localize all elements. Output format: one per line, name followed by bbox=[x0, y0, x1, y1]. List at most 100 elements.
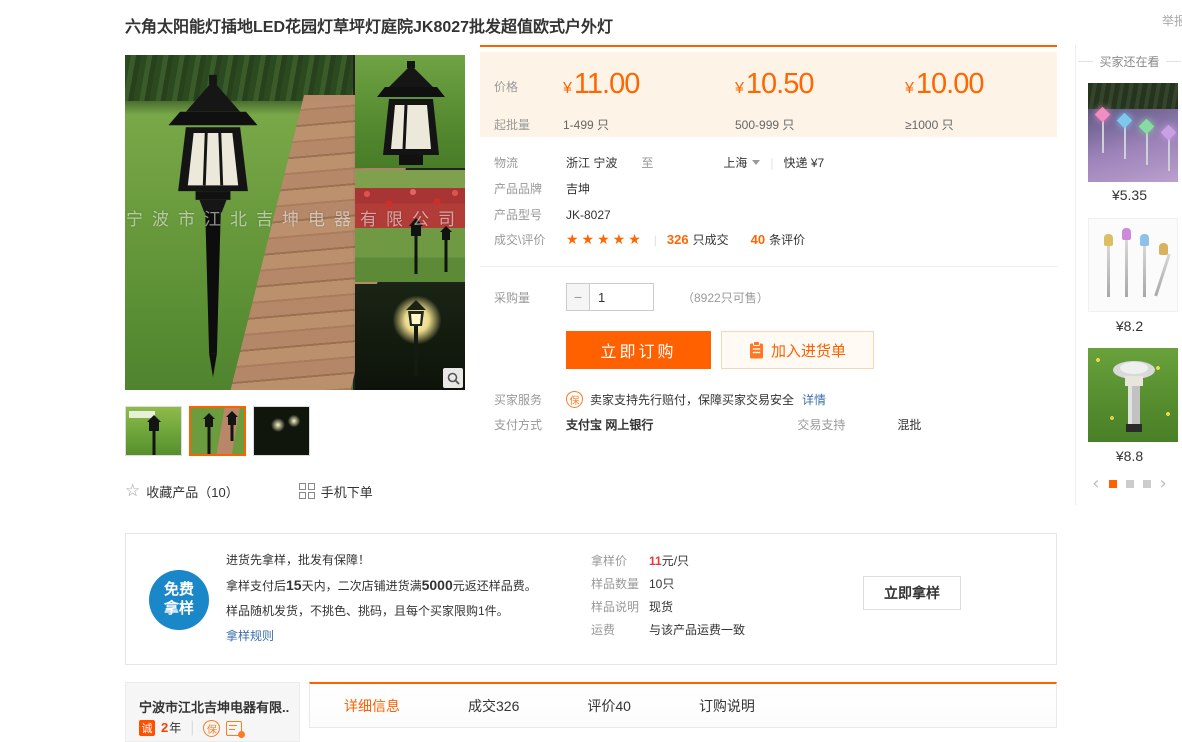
brand-value: 吉坤 bbox=[566, 180, 590, 197]
main-product-image[interactable]: 宁波市江北吉坤电器有限公司 bbox=[125, 55, 465, 390]
badge-line2: 拿样 bbox=[164, 600, 194, 619]
related-product-3-image[interactable] bbox=[1088, 348, 1178, 442]
related-product-1-price: ¥5.35 bbox=[1076, 187, 1182, 203]
price-box: 价格 起批量 ¥11.00 ¥10.50 ¥10.00 1-499 只 500-… bbox=[480, 45, 1057, 137]
separator: | bbox=[190, 719, 194, 737]
gallery-actions: ☆ 收藏产品（10） 手机下单 bbox=[125, 481, 465, 501]
sample-qty-label: 样品数量 bbox=[591, 573, 649, 596]
magnifier-icon[interactable] bbox=[443, 368, 463, 388]
add-to-cart-label: 加入进货单 bbox=[771, 340, 846, 361]
light-stick bbox=[1168, 137, 1170, 171]
tab-order-instructions[interactable]: 订购说明 bbox=[665, 684, 789, 727]
sample-shipping-value: 与该产品运费一致 bbox=[649, 619, 759, 642]
light-stick bbox=[1102, 119, 1104, 153]
page-dot-3[interactable] bbox=[1143, 480, 1151, 488]
sample-description: 进货先拿样，批发有保障！ 拿样支付后15天内，二次店铺进货满5000元返还样品费… bbox=[226, 548, 537, 649]
buyer-service-label: 买家服务 bbox=[480, 391, 566, 408]
mobile-order-button[interactable]: 手机下单 bbox=[321, 482, 373, 501]
quantity-label: 采购量 bbox=[480, 289, 566, 306]
deals-count[interactable]: 326 bbox=[667, 232, 689, 247]
small-lamp-figure-2 bbox=[439, 226, 453, 272]
sidebar-pagination: ‹ › bbox=[1076, 475, 1182, 493]
seller-card[interactable]: 宁波市江北吉坤电器有限... 诚 2年 | 保 bbox=[125, 682, 300, 742]
quantity-stepper: − bbox=[566, 283, 654, 311]
sample-rules-link[interactable]: 拿样规则 bbox=[226, 624, 537, 649]
sample-price-unit: 元/只 bbox=[662, 554, 689, 568]
details-link[interactable]: 详情 bbox=[802, 391, 826, 408]
get-sample-button[interactable]: 立即拿样 bbox=[863, 576, 961, 610]
tab-reviews[interactable]: 评价40 bbox=[553, 684, 665, 727]
light-stick bbox=[1124, 125, 1126, 159]
diamond-light-blue bbox=[1117, 113, 1133, 129]
tier2-qty: 500-999 只 bbox=[735, 116, 794, 133]
sample-note-row: 样品说明 现货 bbox=[591, 596, 759, 619]
lamp-head-figure bbox=[373, 61, 449, 168]
sample-qty-value: 10只 bbox=[649, 573, 759, 596]
payment-methods: 支付宝 网上银行 bbox=[566, 416, 653, 433]
thumbnail-1[interactable] bbox=[125, 406, 182, 456]
tab-detail-info[interactable]: 详细信息 bbox=[310, 684, 434, 727]
page-dot-2[interactable] bbox=[1126, 480, 1134, 488]
sample-line-1: 进货先拿样，批发有保障！ bbox=[226, 548, 537, 573]
report-link[interactable]: 举报 bbox=[1162, 12, 1182, 29]
page-dot-1-active[interactable] bbox=[1109, 480, 1117, 488]
sample-price-number: 11 bbox=[649, 554, 662, 568]
separator: | bbox=[770, 156, 773, 170]
offer-detail: 价格 起批量 ¥11.00 ¥10.50 ¥10.00 1-499 只 500-… bbox=[480, 45, 1057, 445]
currency-symbol: ¥ bbox=[563, 80, 572, 97]
favorite-button[interactable]: 收藏产品（10） bbox=[146, 482, 238, 501]
tab-deals[interactable]: 成交326 bbox=[434, 684, 553, 727]
page-title: 六角太阳能灯插地LED花园灯草坪灯庭院JK8027批发超值欧式户外灯 bbox=[125, 13, 613, 37]
deals-suffix: 只成交 bbox=[693, 231, 729, 248]
reviews-count[interactable]: 40 bbox=[751, 232, 765, 247]
title-rule-left bbox=[1078, 61, 1093, 62]
thumb-lamp-figure bbox=[144, 415, 164, 455]
qr-code-icon bbox=[299, 483, 315, 499]
quantity-minus-button[interactable]: − bbox=[566, 283, 590, 311]
sample-price-label: 拿样价 bbox=[591, 550, 649, 573]
title-rule-right bbox=[1166, 61, 1181, 62]
free-sample-badge: 免费 拿样 bbox=[149, 570, 209, 630]
thumbnail-2-selected[interactable] bbox=[189, 406, 246, 456]
moq-label: 起批量 bbox=[494, 116, 530, 133]
thumbnail-3[interactable] bbox=[253, 406, 310, 456]
seller-name[interactable]: 宁波市江北吉坤电器有限... bbox=[139, 697, 289, 716]
buyer-service-row: 买家服务 保 卖家支持先行赔付，保障买家交易安全 详情 bbox=[480, 391, 1057, 408]
sidebar-title: 买家还在看 bbox=[1076, 53, 1182, 70]
prev-arrow-icon[interactable]: ‹ bbox=[1092, 475, 1099, 493]
diamond-light-purple bbox=[1161, 125, 1177, 141]
bold-days: 15 bbox=[286, 577, 302, 593]
trade-support-label: 交易支持 bbox=[783, 416, 869, 433]
tier3-amount: 10.00 bbox=[916, 68, 984, 100]
sidebar-title-text: 买家还在看 bbox=[1099, 53, 1159, 70]
image-watermark: 宁波市江北吉坤电器有限公司 bbox=[125, 205, 465, 230]
reviews-suffix: 条评价 bbox=[769, 231, 805, 248]
model-value: JK-8027 bbox=[566, 208, 611, 222]
seller-badges: 诚 2年 | 保 bbox=[139, 719, 242, 737]
tier2-price: ¥10.50 bbox=[735, 68, 813, 101]
related-product-1-image[interactable] bbox=[1088, 83, 1178, 182]
order-now-button[interactable]: 立即订购 bbox=[566, 331, 711, 369]
sample-line-3: 样品随机发货，不挑色、挑码，且每个买家限购1件。 bbox=[226, 599, 537, 624]
text: 拿样支付后 bbox=[226, 579, 286, 593]
related-product-3-price: ¥8.8 bbox=[1076, 448, 1182, 464]
ship-to-dropdown[interactable]: 上海 bbox=[723, 154, 747, 171]
member-years-suffix: 年 bbox=[169, 721, 181, 735]
section-divider bbox=[480, 266, 1057, 267]
add-to-cart-button[interactable]: 加入进货单 bbox=[721, 331, 874, 369]
next-arrow-icon[interactable]: › bbox=[1160, 475, 1167, 493]
also-viewed-sidebar: 买家还在看 ¥5.35 ¥8.2 bbox=[1075, 45, 1182, 505]
sample-line-2: 拿样支付后15天内，二次店铺进货满5000元返还样品费。 bbox=[226, 573, 537, 599]
rating-label: 成交\评价 bbox=[480, 231, 566, 248]
sample-shipping-row: 运费 与该产品运费一致 bbox=[591, 619, 759, 642]
related-product-2-image[interactable] bbox=[1088, 218, 1178, 312]
payment-row: 支付方式 支付宝 网上银行 交易支持 混批 bbox=[480, 416, 1057, 433]
photo-lamp-closeup bbox=[355, 55, 465, 168]
to-label: 至 bbox=[627, 154, 713, 171]
text: 元返还样品费。 bbox=[453, 579, 537, 593]
payment-label: 支付方式 bbox=[480, 416, 566, 433]
thumbnail-strip bbox=[125, 406, 465, 458]
hedge bbox=[1088, 83, 1178, 109]
chevron-down-icon[interactable] bbox=[752, 160, 760, 165]
quantity-input[interactable] bbox=[590, 283, 654, 311]
